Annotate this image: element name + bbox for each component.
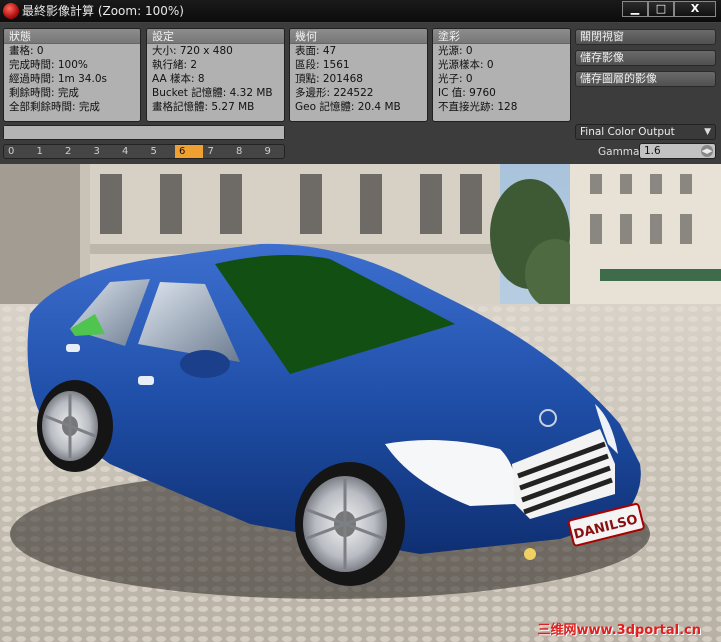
status-line: 剩餘時間: 完成: [9, 87, 79, 99]
shading-line: 光源: 0: [438, 45, 473, 57]
shading-group: 塗彩 光源: 0 光源樣本: 0 光子: 0 IC 值: 9760 不直接光跡:…: [432, 28, 571, 122]
status-line: 全部剩餘時間: 完成: [9, 101, 100, 113]
close-button[interactable]: X: [674, 1, 716, 17]
geometry-line: 區段: 1561: [295, 59, 350, 71]
render-progress-fill: [4, 126, 284, 139]
image-slot-1[interactable]: 1: [33, 145, 61, 158]
app-logo-icon: [3, 3, 19, 19]
image-slot-6[interactable]: 6: [175, 145, 203, 158]
gamma-label: Gamma: [598, 146, 640, 158]
settings-line: 大小: 720 x 480: [152, 45, 233, 57]
image-slot-7[interactable]: 7: [204, 145, 232, 158]
render-progress-bar: [3, 125, 285, 140]
settings-line: AA 樣本: 8: [152, 73, 205, 85]
status-line: 完成時間: 100%: [9, 59, 88, 71]
image-slot-4[interactable]: 4: [118, 145, 146, 158]
geometry-line: 頂點: 201468: [295, 73, 363, 85]
gamma-field[interactable]: 1.6 ◀▶: [639, 143, 716, 159]
status-line: 畫格: 0: [9, 45, 44, 57]
settings-line: 畫格記憶體: 5.27 MB: [152, 101, 255, 113]
geometry-line: 表面: 47: [295, 45, 337, 57]
shading-line: 不直接光跡: 128: [438, 101, 518, 113]
status-line: 經過時間: 1m 34.0s: [9, 73, 107, 85]
spinner-arrows-icon[interactable]: ◀▶: [701, 145, 713, 157]
image-slot-bar: 0123456789: [3, 144, 285, 159]
settings-line: 執行緒: 2: [152, 59, 198, 71]
settings-group: 設定 大小: 720 x 480 執行緒: 2 AA 樣本: 8 Bucket …: [146, 28, 285, 122]
image-slot-8[interactable]: 8: [232, 145, 260, 158]
image-slot-2[interactable]: 2: [61, 145, 89, 158]
settings-header: 設定: [147, 29, 284, 44]
image-slot-5[interactable]: 5: [147, 145, 175, 158]
geometry-group: 幾何 表面: 47 區段: 1561 頂點: 201468 多邊形: 22452…: [289, 28, 428, 122]
maximize-button[interactable]: □: [648, 1, 674, 17]
close-view-button[interactable]: 關閉視窗: [575, 29, 716, 45]
image-slot-9[interactable]: 9: [261, 145, 289, 158]
render-viewport: DANILSO 三维网www.3dportal.cn: [0, 164, 721, 642]
status-group: 狀態 畫格: 0 完成時間: 100% 經過時間: 1m 34.0s 剩餘時間:…: [3, 28, 141, 122]
settings-line: Bucket 記憶體: 4.32 MB: [152, 87, 273, 99]
save-image-button[interactable]: 儲存影像: [575, 50, 716, 66]
window-title: 最終影像計算 (Zoom: 100%): [22, 4, 184, 18]
minimize-button[interactable]: ▁: [622, 1, 648, 17]
output-mode-value: Final Color Output: [580, 126, 675, 138]
shading-header: 塗彩: [433, 29, 570, 44]
status-header: 狀態: [4, 29, 140, 44]
image-slot-0[interactable]: 0: [4, 145, 32, 158]
geometry-line: Geo 記憶體: 20.4 MB: [295, 101, 401, 113]
render-info-panel: 狀態 畫格: 0 完成時間: 100% 經過時間: 1m 34.0s 剩餘時間:…: [0, 24, 721, 164]
gamma-value: 1.6: [644, 145, 661, 157]
chevron-down-icon: ▼: [704, 127, 711, 137]
shading-line: 光源樣本: 0: [438, 59, 494, 71]
rendered-image: DANILSO: [0, 164, 721, 642]
shading-line: 光子: 0: [438, 73, 473, 85]
geometry-line: 多邊形: 224522: [295, 87, 374, 99]
save-layered-image-button[interactable]: 儲存圖層的影像: [575, 71, 716, 87]
output-mode-dropdown[interactable]: Final Color Output ▼: [575, 124, 716, 140]
image-slot-3[interactable]: 3: [90, 145, 118, 158]
title-bar: 最終影像計算 (Zoom: 100%) ▁ □ X: [0, 0, 721, 23]
geometry-header: 幾何: [290, 29, 427, 44]
shading-line: IC 值: 9760: [438, 87, 496, 99]
watermark-text: 三维网www.3dportal.cn: [537, 623, 701, 638]
